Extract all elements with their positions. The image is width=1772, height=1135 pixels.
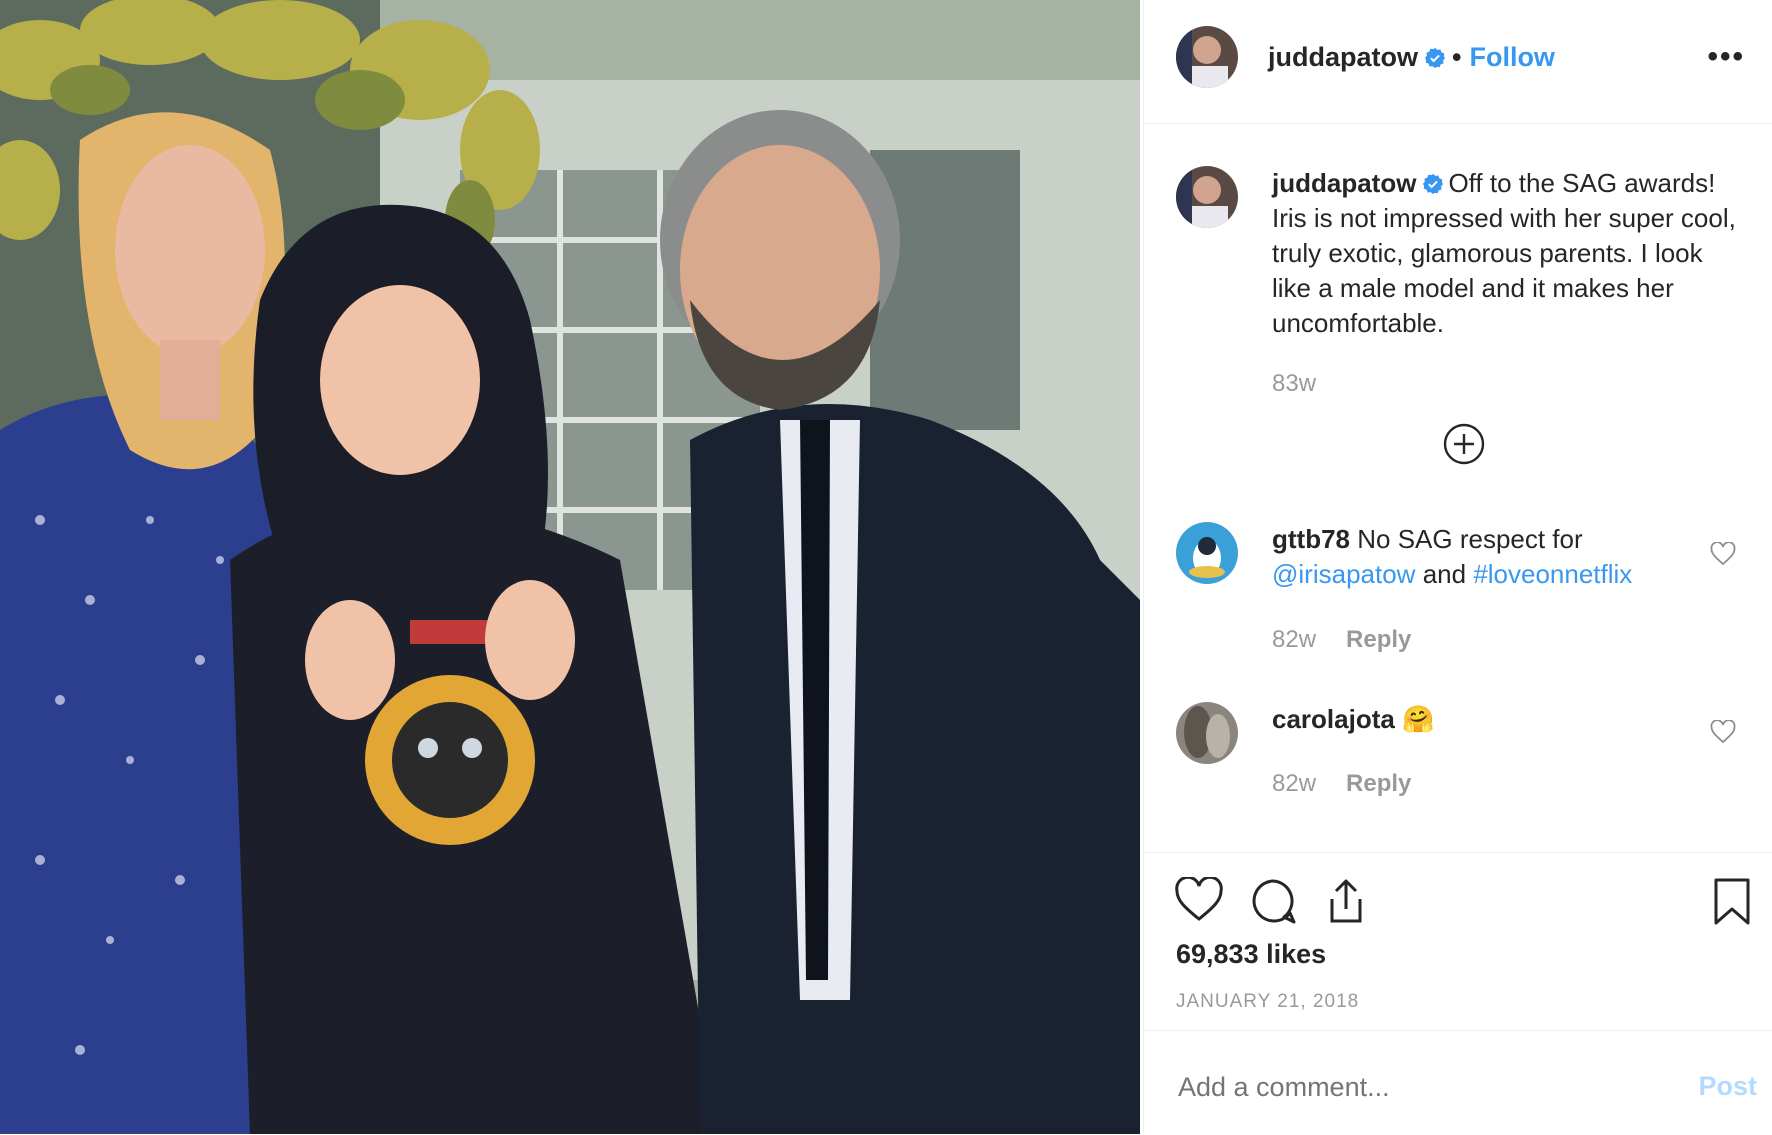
verified-badge-icon (1423, 173, 1444, 195)
like-comment-heart-icon[interactable] (1710, 542, 1736, 566)
author-avatar[interactable] (1176, 26, 1238, 88)
verified-badge-icon (1424, 47, 1446, 69)
family-photo-illustration (0, 0, 1140, 1134)
caption-age: 83w (1272, 370, 1317, 397)
like-heart-icon[interactable] (1174, 877, 1224, 923)
commenter-avatar[interactable] (1176, 522, 1238, 584)
reply-button[interactable]: Reply (1346, 626, 1411, 653)
caption-username[interactable]: juddapatow (1272, 168, 1416, 198)
comment-age: 82w (1272, 626, 1317, 653)
plus-circle-icon[interactable] (1442, 422, 1486, 466)
hashtag-link[interactable]: #loveonnetflix (1473, 559, 1632, 589)
mention-link[interactable]: @irisapatow (1272, 559, 1415, 589)
instagram-post: juddapatow • Follow ••• juddapatow Off to t… (0, 0, 1772, 1134)
author-username[interactable]: juddapatow (1268, 42, 1418, 72)
commenter-username[interactable]: gttb78 (1272, 524, 1350, 554)
post-date: JANUARY 21, 2018 (1176, 991, 1360, 1012)
reply-button[interactable]: Reply (1346, 770, 1411, 797)
comment-age: 82w (1272, 770, 1317, 797)
action-bar: 69,833 likes JANUARY 21, 2018 (1144, 852, 1772, 1031)
caption-avatar[interactable] (1176, 166, 1238, 228)
follow-button[interactable]: Follow (1469, 42, 1554, 72)
header-title: juddapatow • Follow (1268, 40, 1555, 74)
post-sidebar: juddapatow • Follow ••• juddapatow Off to t… (1143, 0, 1772, 1134)
more-options-icon[interactable]: ••• (1707, 40, 1745, 74)
post-photo[interactable] (0, 0, 1140, 1134)
caption-text: juddapatow Off to the SAG awards! Iris is… (1272, 166, 1742, 341)
likes-count[interactable]: 69,833 likes (1176, 939, 1326, 970)
hugging-face-emoji-icon: 🤗 (1402, 704, 1435, 734)
like-comment-heart-icon[interactable] (1710, 720, 1736, 744)
separator-dot: • (1452, 42, 1462, 72)
commenter-avatar[interactable] (1176, 702, 1238, 764)
comment-input[interactable] (1176, 1071, 1600, 1104)
comment-body-start: No SAG respect for (1357, 524, 1583, 554)
comment-meta: 82w Reply (1272, 626, 1411, 654)
comment-text: carolajota 🤗 (1272, 702, 1692, 737)
comment-text: gttb78 No SAG respect for @irisapatow an… (1272, 522, 1692, 592)
comment-meta: 82w Reply (1272, 770, 1411, 798)
post-header: juddapatow • Follow ••• (1144, 0, 1772, 124)
comment-body-middle: and (1422, 559, 1467, 589)
add-comment-bar: Post (1144, 1030, 1772, 1135)
post-comment-button[interactable]: Post (1698, 1071, 1757, 1102)
commenter-username[interactable]: carolajota (1272, 704, 1395, 734)
bookmark-icon[interactable] (1712, 877, 1752, 927)
share-icon[interactable] (1322, 877, 1370, 925)
comment-bubble-icon[interactable] (1248, 877, 1298, 925)
